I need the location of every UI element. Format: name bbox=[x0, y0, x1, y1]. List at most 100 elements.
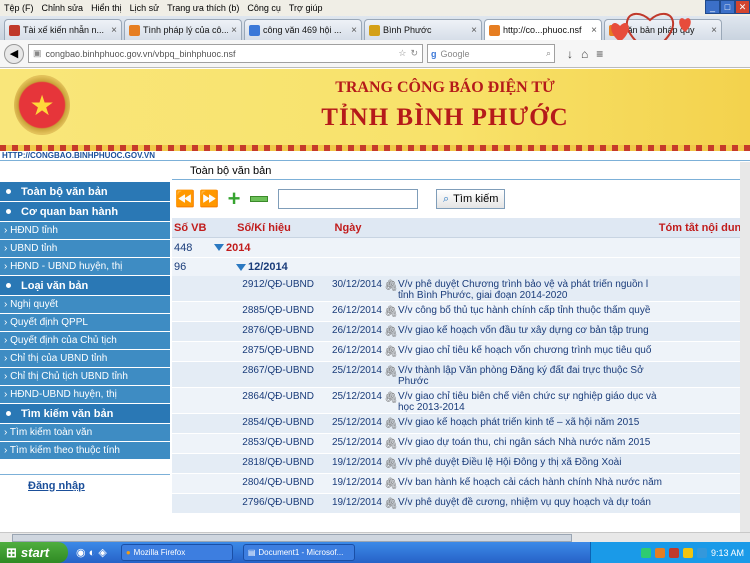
sidebar-section[interactable]: Cơ quan ban hành bbox=[0, 202, 170, 222]
sidebar-item[interactable]: › Quyết định QPPL bbox=[0, 314, 170, 332]
table-row[interactable]: 2796/QĐ-UBND 19/12/2014 🖇 V/v phê duyệt đề … bbox=[172, 494, 750, 514]
menu-item[interactable]: Lịch sử bbox=[130, 3, 160, 13]
col-summary[interactable]: Tóm tắt nội dung bbox=[398, 222, 750, 234]
search-button[interactable]: ⌕ Tìm kiếm bbox=[436, 189, 506, 209]
tab-close-icon[interactable]: × bbox=[231, 25, 237, 36]
sidebar-item[interactable]: › Quyết định của Chủ tịch bbox=[0, 332, 170, 350]
expand-triangle-icon[interactable] bbox=[236, 263, 246, 271]
browser-tab[interactable]: công văn 469 hội ... × bbox=[244, 19, 362, 40]
doc-summary[interactable]: V/v giao chỉ tiêu kế hoạch vốn chương tr… bbox=[398, 345, 750, 356]
table-row[interactable]: 2867/QĐ-UBND 25/12/2014 🖇 V/v thành lập Văn… bbox=[172, 362, 750, 388]
sidebar-item[interactable]: › HĐND - UBND huyện, thị bbox=[0, 258, 170, 276]
doc-summary[interactable]: V/v phê duyệt Chương trình bảo vệ và phá… bbox=[398, 279, 750, 301]
bookmark-star-icon[interactable]: ☆ bbox=[398, 48, 406, 59]
horizontal-scrollbar[interactable] bbox=[0, 532, 750, 542]
browser-tab[interactable]: http://co...phuoc.nsf × bbox=[484, 19, 602, 40]
table-row[interactable]: 2818/QĐ-UBND 19/12/2014 🖇 V/v phê duyệt Điề… bbox=[172, 454, 750, 474]
table-row[interactable]: 2864/QĐ-UBND 25/12/2014 🖇 V/v giao chỉ tiêu… bbox=[172, 388, 750, 414]
collapse-all-icon[interactable] bbox=[250, 196, 268, 202]
expand-all-icon[interactable]: + bbox=[224, 186, 244, 212]
browser-tab[interactable]: Tài xế kiến nhẫn n... × bbox=[4, 19, 122, 40]
doc-code[interactable]: 2875/QĐ-UBND bbox=[214, 345, 314, 356]
tray-icon[interactable] bbox=[668, 547, 679, 558]
minimize-icon[interactable]: _ bbox=[705, 0, 720, 14]
expand-triangle-icon[interactable] bbox=[214, 244, 224, 251]
doc-code[interactable]: 2885/QĐ-UBND bbox=[214, 305, 314, 316]
close-icon[interactable]: ✕ bbox=[735, 0, 750, 14]
menu-item[interactable]: Trợ giúp bbox=[289, 3, 323, 13]
menu-item[interactable]: Chỉnh sửa bbox=[42, 3, 84, 13]
browser-tab[interactable]: văn bản pháp quy × bbox=[604, 19, 722, 40]
doc-code[interactable]: 2876/QĐ-UBND bbox=[214, 325, 314, 336]
back-arrow-icon[interactable]: ◀ bbox=[4, 43, 24, 64]
login-link[interactable]: Đăng nhập bbox=[0, 474, 170, 496]
menu-item[interactable]: Hiển thị bbox=[91, 3, 122, 13]
quicklaunch-icons[interactable]: ◉ ◐ ◈ bbox=[76, 546, 107, 559]
doc-code[interactable]: 2853/QĐ-UBND bbox=[214, 437, 314, 448]
sidebar-item[interactable]: › Tìm kiếm theo thuộc tính bbox=[0, 442, 170, 460]
tab-close-icon[interactable]: × bbox=[351, 25, 357, 36]
sidebar-item[interactable]: › HĐND tỉnh bbox=[0, 222, 170, 240]
next-page-icon[interactable]: ⏩ bbox=[199, 190, 219, 208]
table-row[interactable]: 2875/QĐ-UBND 26/12/2014 🖇 V/v giao chỉ tiêu… bbox=[172, 342, 750, 362]
url-field[interactable]: ▣ congbao.binhphuoc.gov.vn/vbpq_binhphuo… bbox=[28, 44, 423, 63]
doc-summary[interactable]: V/v giao dự toán thu, chi ngân sách Nhà … bbox=[398, 437, 750, 448]
table-row[interactable]: 2854/QĐ-UBND 25/12/2014 🖇 V/v giao kế hoạch… bbox=[172, 414, 750, 434]
tray-icon[interactable] bbox=[682, 547, 693, 558]
doc-summary[interactable]: V/v ban hành kế hoạch cải cách hành chín… bbox=[398, 477, 750, 488]
table-row[interactable]: 2876/QĐ-UBND 26/12/2014 🖇 V/v giao kế hoạch… bbox=[172, 322, 750, 342]
tab-close-icon[interactable]: × bbox=[111, 25, 117, 36]
search-icon[interactable]: ⌕ bbox=[546, 48, 551, 59]
doc-code[interactable]: 2854/QĐ-UBND bbox=[214, 417, 314, 428]
taskbar-window-firefox[interactable]: ● Mozilla Firefox bbox=[120, 544, 233, 561]
col-number[interactable]: Số VB bbox=[172, 222, 214, 234]
sidebar-section[interactable]: Loại văn bản bbox=[0, 276, 170, 296]
doc-summary[interactable]: V/v giao kế hoạch phát triển kinh tế – x… bbox=[398, 417, 750, 428]
tray-icon[interactable] bbox=[654, 547, 665, 558]
attachment-icon[interactable]: 🖇 bbox=[384, 477, 398, 490]
tray-icon[interactable] bbox=[696, 547, 707, 558]
table-row[interactable]: 2912/QĐ-UBND 30/12/2014 🖇 V/v phê duyệt Chư… bbox=[172, 276, 750, 302]
doc-code[interactable]: 2796/QĐ-UBND bbox=[214, 497, 314, 508]
doc-code[interactable]: 2864/QĐ-UBND bbox=[214, 391, 314, 402]
doc-code[interactable]: 2804/QĐ-UBND bbox=[214, 477, 314, 488]
doc-summary[interactable]: V/v giao chỉ tiêu biên chế viên chức sự … bbox=[398, 391, 750, 413]
attachment-icon[interactable]: 🖇 bbox=[384, 325, 398, 338]
sidebar-item[interactable]: › Chỉ thị Chủ tịch UBND tỉnh bbox=[0, 368, 170, 386]
month-group-row[interactable]: 96 12/2014 bbox=[172, 258, 750, 276]
menu-icon[interactable]: ≡ bbox=[596, 47, 603, 61]
sidebar-item[interactable]: › Chỉ thị của UBND tỉnh bbox=[0, 350, 170, 368]
doc-summary[interactable]: V/v giao kế hoạch vốn đầu tư xây dựng cơ… bbox=[398, 325, 750, 336]
sidebar-item[interactable]: › HĐND-UBND huyện, thị bbox=[0, 386, 170, 404]
attachment-icon[interactable]: 🖇 bbox=[384, 279, 398, 292]
menu-item[interactable]: Tệp (F) bbox=[4, 3, 34, 13]
tab-close-icon[interactable]: × bbox=[591, 25, 597, 36]
table-row[interactable]: 2885/QĐ-UBND 26/12/2014 🖇 V/v công bố thủ t… bbox=[172, 302, 750, 322]
browser-tab[interactable]: Bình Phước × bbox=[364, 19, 482, 40]
doc-summary[interactable]: V/v công bố thủ tục hành chính cấp tỉnh … bbox=[398, 305, 750, 316]
attachment-icon[interactable]: 🖇 bbox=[384, 417, 398, 430]
menu-item[interactable]: Trang ưa thích (b) bbox=[167, 3, 239, 13]
doc-code[interactable]: 2867/QĐ-UBND bbox=[214, 365, 314, 376]
scroll-thumb[interactable] bbox=[12, 534, 572, 542]
download-icon[interactable]: ↓ bbox=[567, 47, 573, 61]
prev-page-icon[interactable]: ⏪ bbox=[175, 190, 195, 208]
attachment-icon[interactable]: 🖇 bbox=[384, 345, 398, 358]
doc-summary[interactable]: V/v phê duyệt Điều lệ Hội Đông y thị xã … bbox=[398, 457, 750, 468]
menu-item[interactable]: Công cụ bbox=[247, 3, 281, 13]
sidebar-item[interactable]: › Tìm kiếm toàn văn bbox=[0, 424, 170, 442]
attachment-icon[interactable]: 🖇 bbox=[384, 391, 398, 404]
doc-summary[interactable]: V/v thành lập Văn phòng Đăng ký đất đai … bbox=[398, 365, 750, 387]
table-row[interactable]: 2853/QĐ-UBND 25/12/2014 🖇 V/v giao dự toán … bbox=[172, 434, 750, 454]
vertical-scrollbar[interactable] bbox=[740, 162, 750, 532]
attachment-icon[interactable]: 🖇 bbox=[384, 437, 398, 450]
table-row[interactable]: 2804/QĐ-UBND 19/12/2014 🖇 V/v ban hành kế h… bbox=[172, 474, 750, 494]
search-input[interactable] bbox=[278, 189, 418, 209]
site-link[interactable]: HTTP://CONGBAO.BINHPHUOC.GOV.VN bbox=[0, 151, 750, 161]
start-button[interactable]: ⊞ start bbox=[0, 542, 68, 563]
browser-tab[interactable]: Tình pháp lý của cô... × bbox=[124, 19, 242, 40]
sidebar-section[interactable]: Toàn bộ văn bản bbox=[0, 182, 170, 202]
sidebar-item[interactable]: › UBND tỉnh bbox=[0, 240, 170, 258]
doc-code[interactable]: 2912/QĐ-UBND bbox=[214, 279, 314, 290]
reload-icon[interactable]: ↻ bbox=[410, 48, 418, 59]
